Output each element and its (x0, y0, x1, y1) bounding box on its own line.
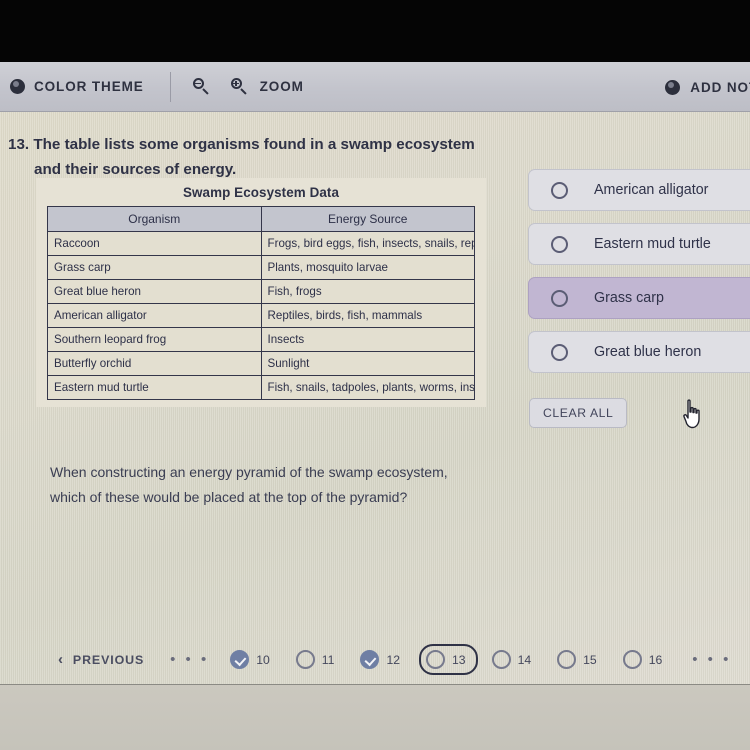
page-button-14[interactable]: 14 (485, 644, 544, 675)
radio-button-icon[interactable] (551, 181, 568, 199)
answer-option-eastern-mud-turtle[interactable]: Eastern mud turtle (528, 223, 750, 265)
page-button-13[interactable]: 13 (419, 644, 478, 675)
add-note-button[interactable]: ADD NOTE (665, 62, 750, 112)
previous-label: PREVIOUS (72, 652, 145, 667)
page-number: 14 (517, 652, 532, 667)
cell-energy-source: Fish, snails, tadpoles, plants, worms, i… (260, 375, 475, 400)
radio-button-icon[interactable] (551, 235, 568, 253)
cell-energy-source: Insects (260, 327, 475, 352)
answered-check-icon (230, 650, 250, 669)
cell-organism: Southern leopard frog (47, 327, 262, 352)
swamp-ecosystem-table: Organism Energy Source Raccoon Frogs, bi… (47, 206, 475, 400)
page-button-11[interactable]: 11 (289, 644, 347, 675)
cell-energy-source: Sunlight (260, 351, 475, 376)
sub-question-text: When constructing an energy pyramid of t… (50, 464, 448, 505)
answer-option-label: American alligator (594, 182, 709, 198)
color-theme-dot-icon (10, 79, 25, 94)
chevron-left-icon: ‹ (58, 651, 64, 668)
table-row: Eastern mud turtle Fish, snails, tadpole… (47, 375, 475, 400)
unanswered-circle-icon (557, 650, 577, 669)
pagination-ellipsis-right[interactable]: • • • (692, 651, 731, 668)
question-content-panel: 13. The table lists some organisms found… (0, 112, 750, 684)
question-number: 13. (8, 136, 30, 153)
page-number: 15 (583, 652, 597, 667)
table-row: American alligator Reptiles, birds, fish… (47, 303, 475, 328)
table-row: Grass carp Plants, mosquito larvae (47, 255, 475, 280)
question-navigation-bar: ‹ PREVIOUS • • • 10 11 12 13 14 15 16 • … (0, 635, 750, 684)
table-row: Raccoon Frogs, bird eggs, fish, insects,… (47, 231, 475, 256)
zoom-label: ZOOM (259, 79, 304, 94)
page-button-15[interactable]: 15 (550, 644, 609, 675)
cell-energy-source: Frogs, bird eggs, fish, insects, snails,… (260, 231, 475, 256)
answer-option-great-blue-heron[interactable]: Great blue heron (528, 331, 750, 373)
pagination-ellipsis-left[interactable]: • • • (170, 651, 209, 668)
page-number: 13 (452, 652, 466, 667)
page-number: 12 (386, 652, 401, 667)
answer-option-american-alligator[interactable]: American alligator (528, 169, 750, 211)
column-header-energy-source: Energy Source (260, 206, 475, 232)
unanswered-circle-icon (622, 650, 642, 669)
question-stem-line1: The table lists some organisms found in … (33, 136, 475, 153)
previous-button[interactable]: ‹ PREVIOUS (58, 652, 144, 667)
cell-energy-source: Plants, mosquito larvae (260, 255, 475, 280)
toolbar-divider (169, 71, 171, 102)
table-row: Butterfly orchid Sunlight (47, 351, 475, 376)
unanswered-circle-icon (426, 650, 446, 669)
table-header-row: Organism Energy Source (47, 206, 475, 232)
page-number: 11 (321, 652, 335, 667)
answer-option-grass-carp[interactable]: Grass carp (528, 277, 750, 319)
radio-button-icon[interactable] (551, 289, 568, 307)
page-number: 10 (256, 652, 270, 667)
page-button-12[interactable]: 12 (353, 644, 412, 675)
table-title: Swamp Ecosystem Data (182, 185, 340, 200)
swamp-ecosystem-table-block: Swamp Ecosystem Data Organism Energy Sou… (36, 178, 486, 407)
page-button-10[interactable]: 10 (223, 644, 282, 675)
radio-button-icon[interactable] (551, 343, 568, 361)
answer-option-label: Grass carp (594, 290, 664, 306)
cell-energy-source: Reptiles, birds, fish, mammals (260, 303, 475, 328)
bottom-device-bezel (0, 684, 750, 750)
column-header-organism: Organism (47, 206, 262, 232)
color-theme-label: COLOR THEME (34, 79, 144, 94)
mouse-cursor-pointer-icon (680, 399, 706, 429)
app-toolbar: COLOR THEME ZOOM ADD NOTE (0, 62, 750, 112)
magnifier-plus-icon[interactable] (230, 78, 248, 95)
question-stem: 13. The table lists some organisms found… (8, 132, 478, 182)
unanswered-circle-icon (491, 650, 511, 669)
top-letterbox-band (0, 0, 750, 62)
cell-organism: American alligator (47, 303, 262, 328)
screenshot-root: COLOR THEME ZOOM ADD NOTE 13. The table … (0, 0, 750, 750)
cell-organism: Eastern mud turtle (47, 375, 262, 400)
add-note-label: ADD NOTE (690, 79, 750, 95)
table-row: Southern leopard frog Insects (47, 327, 475, 352)
magnifier-minus-icon[interactable] (192, 78, 210, 95)
cell-energy-source: Fish, frogs (260, 279, 475, 304)
pagination-list: 10 11 12 13 14 15 16 (223, 644, 674, 675)
page-number: 16 (648, 652, 663, 667)
answer-options-list: American alligator Eastern mud turtle Gr… (528, 169, 750, 385)
unanswered-circle-icon (295, 650, 315, 669)
page-button-16[interactable]: 16 (616, 644, 675, 675)
cell-organism: Raccoon (47, 231, 262, 256)
cell-organism: Butterfly orchid (47, 351, 262, 376)
zoom-controls: ZOOM (192, 78, 304, 95)
table-row: Great blue heron Fish, frogs (47, 279, 475, 304)
answered-check-icon (360, 650, 380, 669)
answer-option-label: Great blue heron (594, 344, 702, 360)
add-note-dot-icon (665, 79, 681, 95)
answer-option-label: Eastern mud turtle (594, 236, 711, 252)
cell-organism: Grass carp (47, 255, 262, 280)
clear-all-button[interactable]: CLEAR ALL (529, 398, 628, 428)
cell-organism: Great blue heron (47, 279, 262, 304)
color-theme-button[interactable]: COLOR THEME (10, 79, 144, 94)
